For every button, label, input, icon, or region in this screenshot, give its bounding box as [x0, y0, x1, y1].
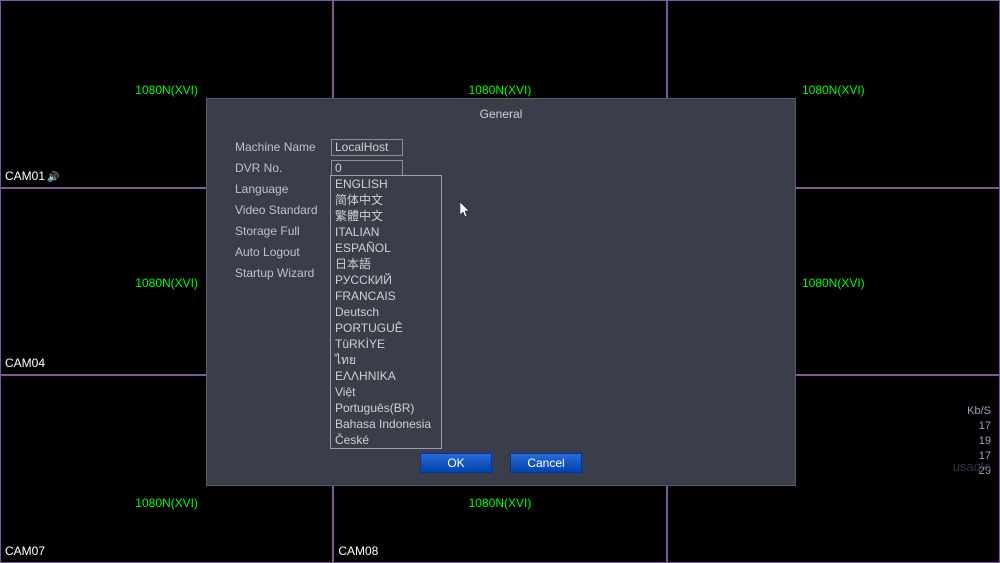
speaker-icon: 🔊	[47, 172, 59, 183]
resolution-label: 1080N(XVI)	[135, 83, 198, 97]
cancel-button[interactable]: Cancel	[510, 453, 582, 473]
resolution-label: 1080N(XVI)	[802, 276, 865, 290]
machine-name-input[interactable]	[331, 139, 403, 156]
general-settings-dialog: General Machine Name DVR No. Language EN…	[206, 98, 796, 486]
language-option[interactable]: ENGLISH	[331, 176, 441, 192]
language-option[interactable]: 繁體中文	[331, 208, 441, 224]
startup-wizard-label: Startup Wizard	[235, 266, 331, 280]
camera-label-4: CAM04	[5, 356, 45, 370]
language-option[interactable]: Việt	[331, 384, 441, 400]
language-option[interactable]: Bahasa Indonesia	[331, 416, 441, 432]
dialog-title: General	[207, 99, 795, 133]
ok-button[interactable]: OK	[420, 453, 492, 473]
language-dropdown[interactable]: ENGLISH简体中文繁體中文ITALIANESPAÑOL日本語РУССКИЙF…	[330, 175, 442, 449]
storage-full-label: Storage Full	[235, 224, 331, 238]
resolution-label: 1080N(XVI)	[135, 276, 198, 290]
language-option[interactable]: FRANCAIS	[331, 288, 441, 304]
resolution-label: 1080N(XVI)	[802, 83, 865, 97]
auto-logout-label: Auto Logout	[235, 245, 331, 259]
resolution-label: 1080N(XVI)	[469, 496, 532, 510]
language-option[interactable]: ไทย	[331, 352, 441, 368]
settings-form: Machine Name DVR No. Language ENGLISH ▾ …	[207, 133, 795, 288]
language-option[interactable]: PORTUGUÊ	[331, 320, 441, 336]
language-option[interactable]: ESPAÑOL	[331, 240, 441, 256]
machine-name-label: Machine Name	[235, 140, 331, 154]
dvr-no-input[interactable]	[331, 160, 403, 177]
camera-label-7: CAM07	[5, 544, 45, 558]
resolution-label: 1080N(XVI)	[469, 83, 532, 97]
language-option[interactable]: České	[331, 432, 441, 448]
language-label: Language	[235, 182, 331, 196]
language-option[interactable]: Português(BR)	[331, 400, 441, 416]
language-option[interactable]: 简体中文	[331, 192, 441, 208]
language-option[interactable]: РУССКИЙ	[331, 272, 441, 288]
stats-row: 17	[967, 419, 991, 434]
language-option[interactable]: ITALIAN	[331, 224, 441, 240]
video-standard-label: Video Standard	[235, 203, 331, 217]
camera-label-8: CAM08	[338, 544, 378, 558]
language-option[interactable]: 日本語	[331, 256, 441, 272]
language-option[interactable]: Deutsch	[331, 304, 441, 320]
camera-label-1: CAM01🔊	[5, 169, 59, 183]
dvr-no-label: DVR No.	[235, 161, 331, 175]
watermark: usaqlo	[953, 459, 991, 474]
stats-row: 19	[967, 434, 991, 449]
stats-header: Kb/S	[967, 404, 991, 419]
language-option[interactable]: TüRKİYE	[331, 336, 441, 352]
resolution-label: 1080N(XVI)	[135, 496, 198, 510]
language-option[interactable]: ΕΛΛΗΝΙΚΑ	[331, 368, 441, 384]
